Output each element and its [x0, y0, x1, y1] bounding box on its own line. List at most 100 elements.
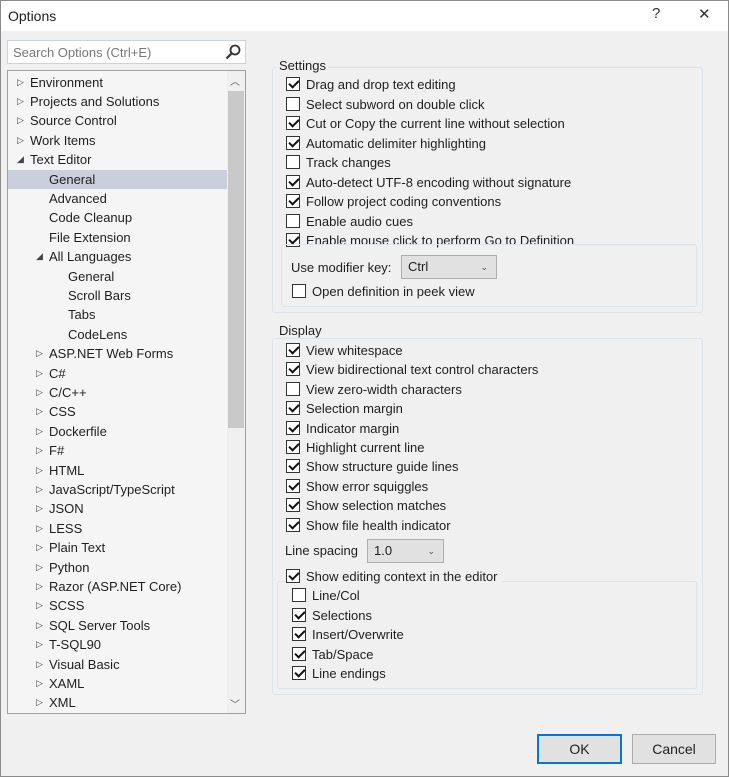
setting-checkbox[interactable]: Automatic delimiter highlighting — [286, 135, 486, 153]
collapsed-arrow-icon[interactable]: ▷ — [36, 422, 43, 441]
checkbox-unchecked-icon[interactable] — [286, 96, 300, 111]
setting-checkbox[interactable]: Follow project coding conventions — [286, 193, 501, 211]
checkbox-checked-icon[interactable] — [286, 194, 300, 208]
collapsed-arrow-icon[interactable]: ▷ — [36, 577, 43, 596]
display-checkbox[interactable]: Show structure guide lines — [286, 458, 458, 476]
display-checkbox[interactable]: View zero-width characters — [286, 381, 462, 399]
context-item-checkbox[interactable]: Selections — [292, 607, 372, 625]
checkbox-checked-icon[interactable] — [286, 362, 300, 377]
checkbox-unchecked-icon[interactable] — [292, 284, 306, 298]
display-checkbox[interactable]: View bidirectional text control characte… — [286, 361, 538, 379]
expanded-arrow-icon[interactable]: ◢ — [17, 150, 24, 169]
tree-item[interactable]: ▷ F# — [8, 441, 227, 460]
line-spacing-dropdown[interactable]: 1.0 ⌄ — [367, 539, 444, 563]
collapsed-arrow-icon[interactable]: ▷ — [36, 441, 43, 460]
display-checkbox[interactable]: View whitespace — [286, 342, 403, 360]
collapsed-arrow-icon[interactable]: ▷ — [17, 92, 24, 111]
tree-item[interactable]: ▷ CSS — [8, 402, 227, 421]
tree-item[interactable]: ▷ Projects and Solutions — [8, 92, 227, 111]
checkbox-unchecked-icon[interactable] — [292, 588, 306, 602]
context-item-checkbox[interactable]: Line endings — [292, 665, 386, 683]
scroll-down-icon[interactable]: ﹀ — [230, 696, 240, 711]
tree-scrollbar[interactable]: ︿ ﹀ — [227, 71, 245, 713]
search-box[interactable] — [7, 40, 246, 64]
collapsed-arrow-icon[interactable]: ▷ — [36, 402, 43, 421]
tree-item[interactable]: ▷ Dockerfile — [8, 422, 227, 441]
collapsed-arrow-icon[interactable]: ▷ — [17, 131, 24, 150]
checkbox-checked-icon[interactable] — [292, 646, 306, 661]
collapsed-arrow-icon[interactable]: ▷ — [36, 616, 43, 635]
collapsed-arrow-icon[interactable]: ▷ — [36, 655, 43, 674]
tree-item[interactable]: ▷ Environment — [8, 73, 227, 92]
tree-item[interactable]: ▷ SQL Server Tools — [8, 616, 227, 635]
collapsed-arrow-icon[interactable]: ▷ — [36, 364, 43, 383]
checkbox-checked-icon[interactable] — [292, 666, 306, 680]
collapsed-arrow-icon[interactable]: ▷ — [36, 499, 43, 518]
collapsed-arrow-icon[interactable]: ▷ — [36, 344, 43, 363]
tree-item[interactable]: ◢ Text Editor — [8, 150, 227, 169]
collapsed-arrow-icon[interactable]: ▷ — [36, 596, 43, 615]
checkbox-checked-icon[interactable] — [286, 517, 300, 532]
cancel-button[interactable]: Cancel — [632, 734, 716, 764]
display-checkbox[interactable]: Show selection matches — [286, 497, 446, 515]
checkbox-unchecked-icon[interactable] — [286, 213, 300, 228]
tree-item[interactable]: ▷ LESS — [8, 519, 227, 538]
setting-checkbox[interactable]: Auto-detect UTF-8 encoding without signa… — [286, 174, 571, 192]
tree-item[interactable]: ▷ XML — [8, 693, 227, 712]
checkbox-checked-icon[interactable] — [292, 627, 306, 641]
ok-button[interactable]: OK — [537, 734, 622, 764]
checkbox-checked-icon[interactable] — [286, 116, 300, 130]
tree-item[interactable]: Tabs — [8, 305, 227, 324]
tree-item[interactable]: ▷ T-SQL90 — [8, 635, 227, 654]
checkbox-checked-icon[interactable] — [286, 569, 300, 583]
editing-context-checkbox[interactable]: Show editing context in the editor — [286, 568, 502, 586]
checkbox-unchecked-icon[interactable] — [286, 381, 300, 396]
collapsed-arrow-icon[interactable]: ▷ — [36, 538, 43, 557]
tree-item[interactable]: ▷ C# — [8, 364, 227, 383]
tree-item[interactable]: ▷ Work Items — [8, 131, 227, 150]
help-button[interactable]: ? — [652, 5, 660, 22]
tree-item[interactable]: ◢ All Languages — [8, 247, 227, 266]
checkbox-checked-icon[interactable] — [286, 459, 300, 474]
collapsed-arrow-icon[interactable]: ▷ — [17, 111, 24, 130]
tree-item[interactable]: Code Cleanup — [8, 208, 227, 227]
tree-item[interactable]: ▷ Python — [8, 558, 227, 577]
checkbox-checked-icon[interactable] — [286, 343, 300, 357]
checkbox-checked-icon[interactable] — [292, 607, 306, 622]
checkbox-checked-icon[interactable] — [286, 77, 300, 91]
collapsed-arrow-icon[interactable]: ▷ — [36, 635, 43, 654]
peek-view-checkbox[interactable]: Open definition in peek view — [292, 283, 475, 301]
display-checkbox[interactable]: Indicator margin — [286, 420, 399, 438]
tree-item[interactable]: ▷ Plain Text — [8, 538, 227, 557]
collapsed-arrow-icon[interactable]: ▷ — [36, 693, 43, 712]
checkbox-checked-icon[interactable] — [286, 174, 300, 189]
setting-checkbox[interactable]: Cut or Copy the current line without sel… — [286, 115, 565, 133]
checkbox-unchecked-icon[interactable] — [286, 155, 300, 169]
collapsed-arrow-icon[interactable]: ▷ — [36, 674, 43, 693]
tree-item[interactable]: ▷ JSON — [8, 499, 227, 518]
tree-item[interactable]: Advanced — [8, 189, 227, 208]
close-button[interactable]: ✕ — [698, 5, 711, 23]
collapsed-arrow-icon[interactable]: ▷ — [36, 461, 43, 480]
search-icon[interactable] — [225, 44, 241, 63]
tree-item[interactable]: ▷ SCSS — [8, 596, 227, 615]
modifier-key-dropdown[interactable]: Ctrl ⌄ — [401, 255, 497, 279]
context-item-checkbox[interactable]: Line/Col — [292, 587, 360, 605]
collapsed-arrow-icon[interactable]: ▷ — [17, 73, 24, 92]
tree-item[interactable]: Scroll Bars — [8, 286, 227, 305]
tree-item[interactable]: CodeLens — [8, 325, 227, 344]
checkbox-checked-icon[interactable] — [286, 135, 300, 150]
collapsed-arrow-icon[interactable]: ▷ — [36, 558, 43, 577]
scroll-up-icon[interactable]: ︿ — [230, 73, 240, 88]
checkbox-checked-icon[interactable] — [286, 498, 300, 513]
collapsed-arrow-icon[interactable]: ▷ — [36, 383, 43, 402]
tree-item[interactable]: File Extension — [8, 228, 227, 247]
expanded-arrow-icon[interactable]: ◢ — [36, 247, 43, 266]
checkbox-checked-icon[interactable] — [286, 420, 300, 435]
search-input[interactable] — [8, 41, 218, 63]
tree-item[interactable]: General — [8, 169, 227, 189]
collapsed-arrow-icon[interactable]: ▷ — [36, 519, 43, 538]
display-checkbox[interactable]: Highlight current line — [286, 439, 425, 457]
tree-item[interactable]: General — [8, 267, 227, 286]
tree-item[interactable]: ▷ Source Control — [8, 111, 227, 130]
